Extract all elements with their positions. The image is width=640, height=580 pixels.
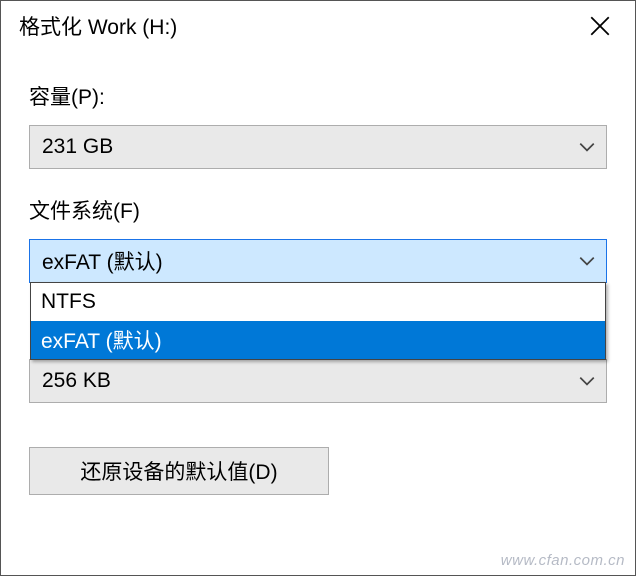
format-dialog: 格式化 Work (H:) 容量(P): 231 GB 文件系统(F) exFA… [0,0,636,576]
filesystem-label: 文件系统(F) [29,195,607,225]
watermark: www.cfan.com.cn [501,552,625,569]
allocation-value: 256 KB [42,369,111,393]
capacity-combobox[interactable]: 231 GB [29,125,607,169]
title-bar: 格式化 Work (H:) [1,1,635,51]
restore-defaults-button[interactable]: 还原设备的默认值(D) [29,447,329,495]
filesystem-combobox[interactable]: exFAT (默认) NTFS exFAT (默认) [29,239,607,283]
chevron-down-icon [578,252,596,270]
restore-label: 还原设备的默认值(D) [80,456,277,486]
filesystem-group: 文件系统(F) exFAT (默认) NTFS exFAT (默认) [29,195,607,283]
option-label: NTFS [41,290,96,314]
chevron-down-icon [578,138,596,156]
capacity-label: 容量(P): [29,81,607,111]
filesystem-selected: exFAT (默认) [42,246,163,276]
capacity-value: 231 GB [42,135,113,159]
close-icon [590,16,610,36]
filesystem-dropdown: NTFS exFAT (默认) [30,282,606,360]
dialog-title: 格式化 Work (H:) [19,11,177,41]
capacity-group: 容量(P): 231 GB [29,81,607,169]
filesystem-option-exfat[interactable]: exFAT (默认) [31,321,605,359]
option-label: exFAT (默认) [41,325,162,355]
close-button[interactable] [577,6,623,46]
filesystem-option-ntfs[interactable]: NTFS [31,283,605,321]
allocation-combobox[interactable]: 256 KB [29,359,607,403]
chevron-down-icon [578,372,596,390]
dialog-content: 容量(P): 231 GB 文件系统(F) exFAT (默认) NTFS [1,51,635,495]
allocation-group: 256 KB [29,359,607,403]
